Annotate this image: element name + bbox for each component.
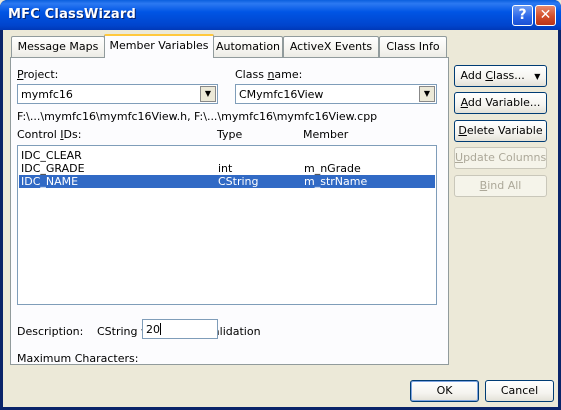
control-id: IDC_CLEAR (21, 149, 82, 162)
chevron-down-icon[interactable]: ▼ (419, 86, 435, 102)
max-characters-label: Maximum Characters: (17, 352, 139, 365)
max-characters-value: 20 (146, 323, 160, 336)
text-caret (160, 323, 161, 335)
files-path: F:\...\mymfc16\mymfc16View.h, F:\...\mym… (17, 110, 378, 123)
control-member: m_nGrade (304, 162, 361, 175)
tab-label: Member Variables (109, 39, 209, 52)
title-bar[interactable]: MFC ClassWizard ? ✕ (0, 0, 561, 30)
control-id: IDC_NAME (21, 175, 79, 188)
tab-member-variables[interactable]: Member Variables (104, 34, 214, 58)
column-header-type: Type (217, 128, 243, 141)
tab-message-maps[interactable]: Message Maps (11, 36, 105, 57)
tab-automation[interactable]: Automation (213, 36, 283, 57)
close-button[interactable]: ✕ (535, 5, 556, 26)
dialog-window: MFC ClassWizard ? ✕ Message Maps Member … (0, 0, 561, 410)
list-item-selected[interactable]: IDC_NAME CString m_strName (19, 175, 435, 188)
description-label: Description: (17, 325, 84, 338)
window-title: MFC ClassWizard (8, 7, 136, 22)
chevron-down-icon: ▼ (534, 72, 541, 81)
class-name-value: CMymfc16View (239, 88, 324, 101)
tab-activex-events[interactable]: ActiveX Events (283, 36, 379, 57)
chevron-down-icon[interactable]: ▼ (200, 86, 216, 102)
dialog-client: Message Maps Member Variables Automation… (3, 30, 558, 407)
class-name-dropdown[interactable]: CMymfc16View ▼ (235, 84, 437, 104)
cancel-button[interactable]: Cancel (485, 380, 554, 402)
tab-label: ActiveX Events (289, 40, 373, 53)
project-label: Project: (17, 68, 59, 81)
ok-button[interactable]: OK (410, 380, 479, 402)
member-variables-panel: Project: mymfc16 ▼ Class name: CMymfc16V… (10, 57, 449, 365)
help-icon: ? (518, 7, 527, 23)
project-dropdown[interactable]: mymfc16 ▼ (17, 84, 218, 104)
tab-label: Class Info (386, 40, 440, 53)
max-characters-input[interactable]: 20 (142, 319, 218, 339)
column-header-member: Member (303, 128, 349, 141)
add-class-button[interactable]: Add Class... ▼ (454, 65, 547, 87)
control-id: IDC_GRADE (21, 162, 85, 175)
control-type: CString (218, 175, 259, 188)
control-ids-list[interactable]: IDC_CLEAR IDC_GRADE int m_nGrade IDC_NAM… (17, 145, 437, 305)
project-value: mymfc16 (21, 88, 73, 101)
list-item[interactable]: IDC_GRADE int m_nGrade (19, 162, 435, 175)
update-columns-button[interactable]: Update Columns (454, 147, 547, 169)
bind-all-button[interactable]: Bind All (454, 175, 547, 197)
control-member: m_strName (304, 175, 368, 188)
column-header-control-ids: Control IDs: (17, 128, 82, 141)
tab-class-info[interactable]: Class Info (379, 36, 447, 57)
tab-label: Message Maps (17, 40, 99, 53)
class-name-label: Class name: (235, 68, 303, 81)
list-item[interactable]: IDC_CLEAR (19, 149, 435, 162)
help-button[interactable]: ? (512, 5, 533, 26)
tab-label: Automation (215, 40, 281, 53)
add-variable-button[interactable]: Add Variable... (454, 92, 547, 114)
control-type: int (218, 162, 233, 175)
delete-variable-button[interactable]: Delete Variable (454, 120, 547, 142)
close-icon: ✕ (539, 7, 552, 23)
